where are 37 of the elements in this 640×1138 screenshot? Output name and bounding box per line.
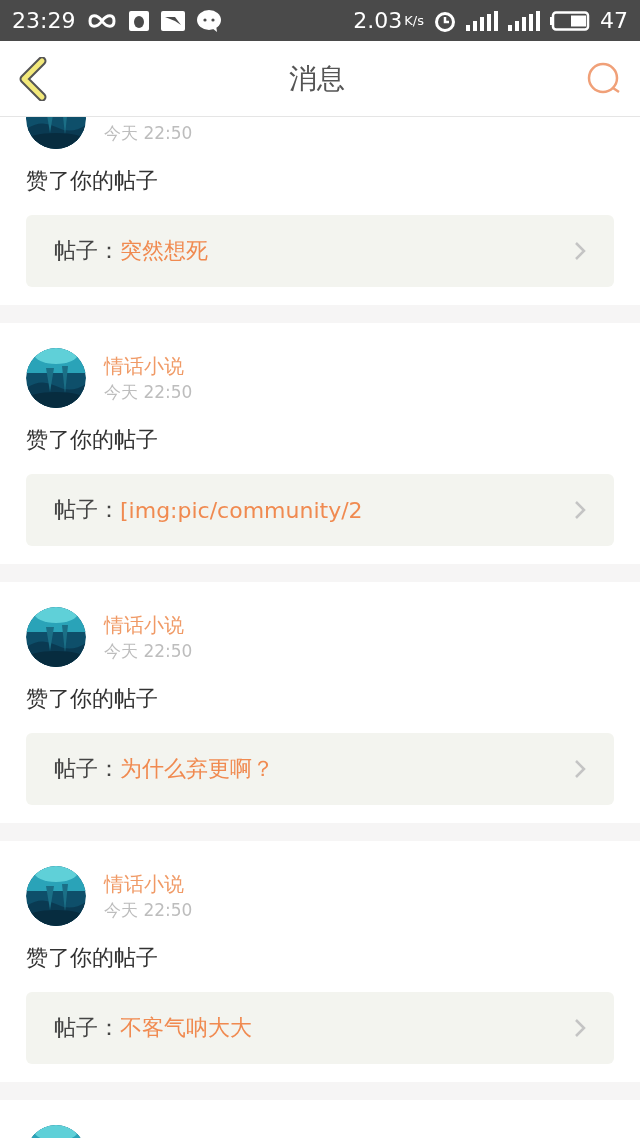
battery-icon [550, 10, 590, 31]
back-button[interactable] [18, 56, 48, 101]
timestamp: 今天 22:50 [104, 380, 193, 404]
post-title: 突然想死 [120, 237, 209, 265]
post-label: 帖子： [54, 496, 120, 524]
action-text: 赞了你的帖子 [26, 944, 159, 972]
post-title: 不客气呐大大 [120, 1014, 253, 1042]
post-label: 帖子： [54, 1014, 120, 1042]
chat-bubble-icon [197, 9, 222, 32]
timestamp: 今天 22:50 [104, 898, 193, 922]
post-link[interactable]: 帖子：不客气呐大大 [26, 992, 614, 1064]
action-text: 赞了你的帖子 [26, 426, 159, 454]
clock-time: 23:29 [12, 8, 76, 33]
post-link[interactable]: 帖子：[img:pic/community/2 [26, 474, 614, 546]
network-speed: 2.03 [353, 8, 403, 33]
post-link[interactable]: 帖子：突然想死 [26, 215, 614, 287]
chevron-right-icon [574, 1018, 586, 1038]
image-icon [161, 10, 186, 31]
action-text: 赞了你的帖子 [26, 167, 159, 195]
post-title: 为什么弃更啊？ [120, 755, 275, 783]
post-link[interactable]: 帖子：为什么弃更啊？ [26, 733, 614, 805]
action-text: 赞了你的帖子 [26, 685, 159, 713]
battery-percent: 47 [600, 8, 628, 33]
post-title: [img:pic/community/2 [120, 497, 364, 523]
post-label: 帖子： [54, 755, 120, 783]
alarm-clock-icon [434, 9, 456, 32]
page-title: 消息 [289, 60, 345, 97]
chevron-right-icon [574, 500, 586, 520]
timestamp: 今天 22:50 [104, 121, 193, 145]
signal-4g-icon [508, 10, 540, 31]
infinity-icon [87, 12, 118, 29]
chevron-right-icon [574, 759, 586, 779]
timestamp: 今天 22:50 [104, 639, 193, 663]
signal-icon [466, 10, 498, 31]
post-label: 帖子： [54, 237, 120, 265]
chevron-right-icon [574, 241, 586, 261]
speed-unit: K/s [404, 13, 424, 28]
